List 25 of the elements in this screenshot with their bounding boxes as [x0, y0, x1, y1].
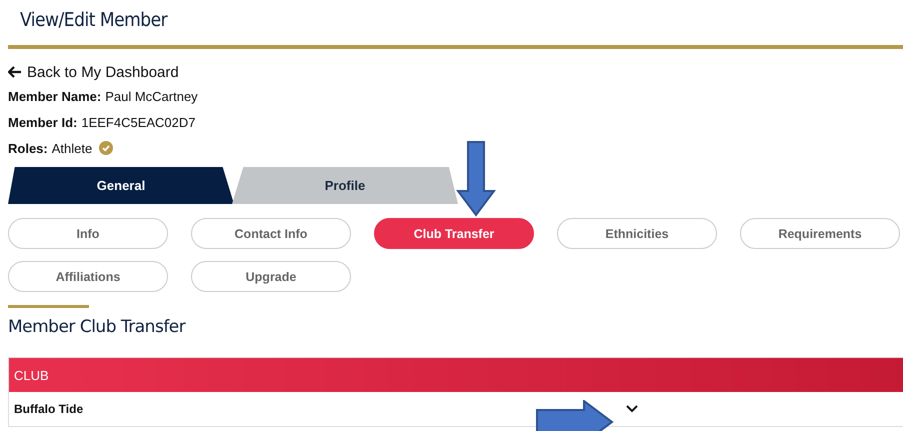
field-value: Paul McCartney — [105, 88, 198, 104]
chevron-down-icon[interactable] — [626, 405, 638, 413]
arrow-down-icon — [456, 141, 496, 217]
subtab[interactable]: Upgrade — [191, 261, 351, 292]
subtab[interactable]: Ethnicities — [557, 218, 717, 249]
subtab[interactable]: Affiliations — [8, 261, 168, 292]
field-value: Athlete — [52, 140, 92, 156]
field-label: Member Id: — [8, 114, 78, 130]
subtab[interactable]: Requirements — [740, 218, 900, 249]
field-label: Roles: — [8, 140, 48, 156]
subtab[interactable]: Club Transfer — [374, 218, 534, 249]
club-name: Buffalo Tide — [14, 402, 84, 416]
field-label: Member Name: — [8, 88, 102, 104]
arrow-right-icon — [536, 400, 614, 431]
column-header: CLUB — [9, 358, 903, 392]
back-link[interactable]: Back to My Dashboard — [8, 61, 903, 83]
arrow-left-icon — [8, 66, 22, 78]
tab[interactable]: General — [8, 167, 234, 204]
subtab[interactable]: Contact Info — [191, 218, 351, 249]
field-value: 1EEF4C5EAC02D7 — [81, 114, 196, 130]
subtab[interactable]: Info — [8, 218, 168, 249]
tab[interactable]: Profile — [232, 167, 458, 204]
section-title: Member Club Transfer — [8, 316, 187, 339]
table-row[interactable]: Buffalo Tide — [9, 392, 903, 426]
page-title: View/Edit Member — [19, 8, 169, 33]
